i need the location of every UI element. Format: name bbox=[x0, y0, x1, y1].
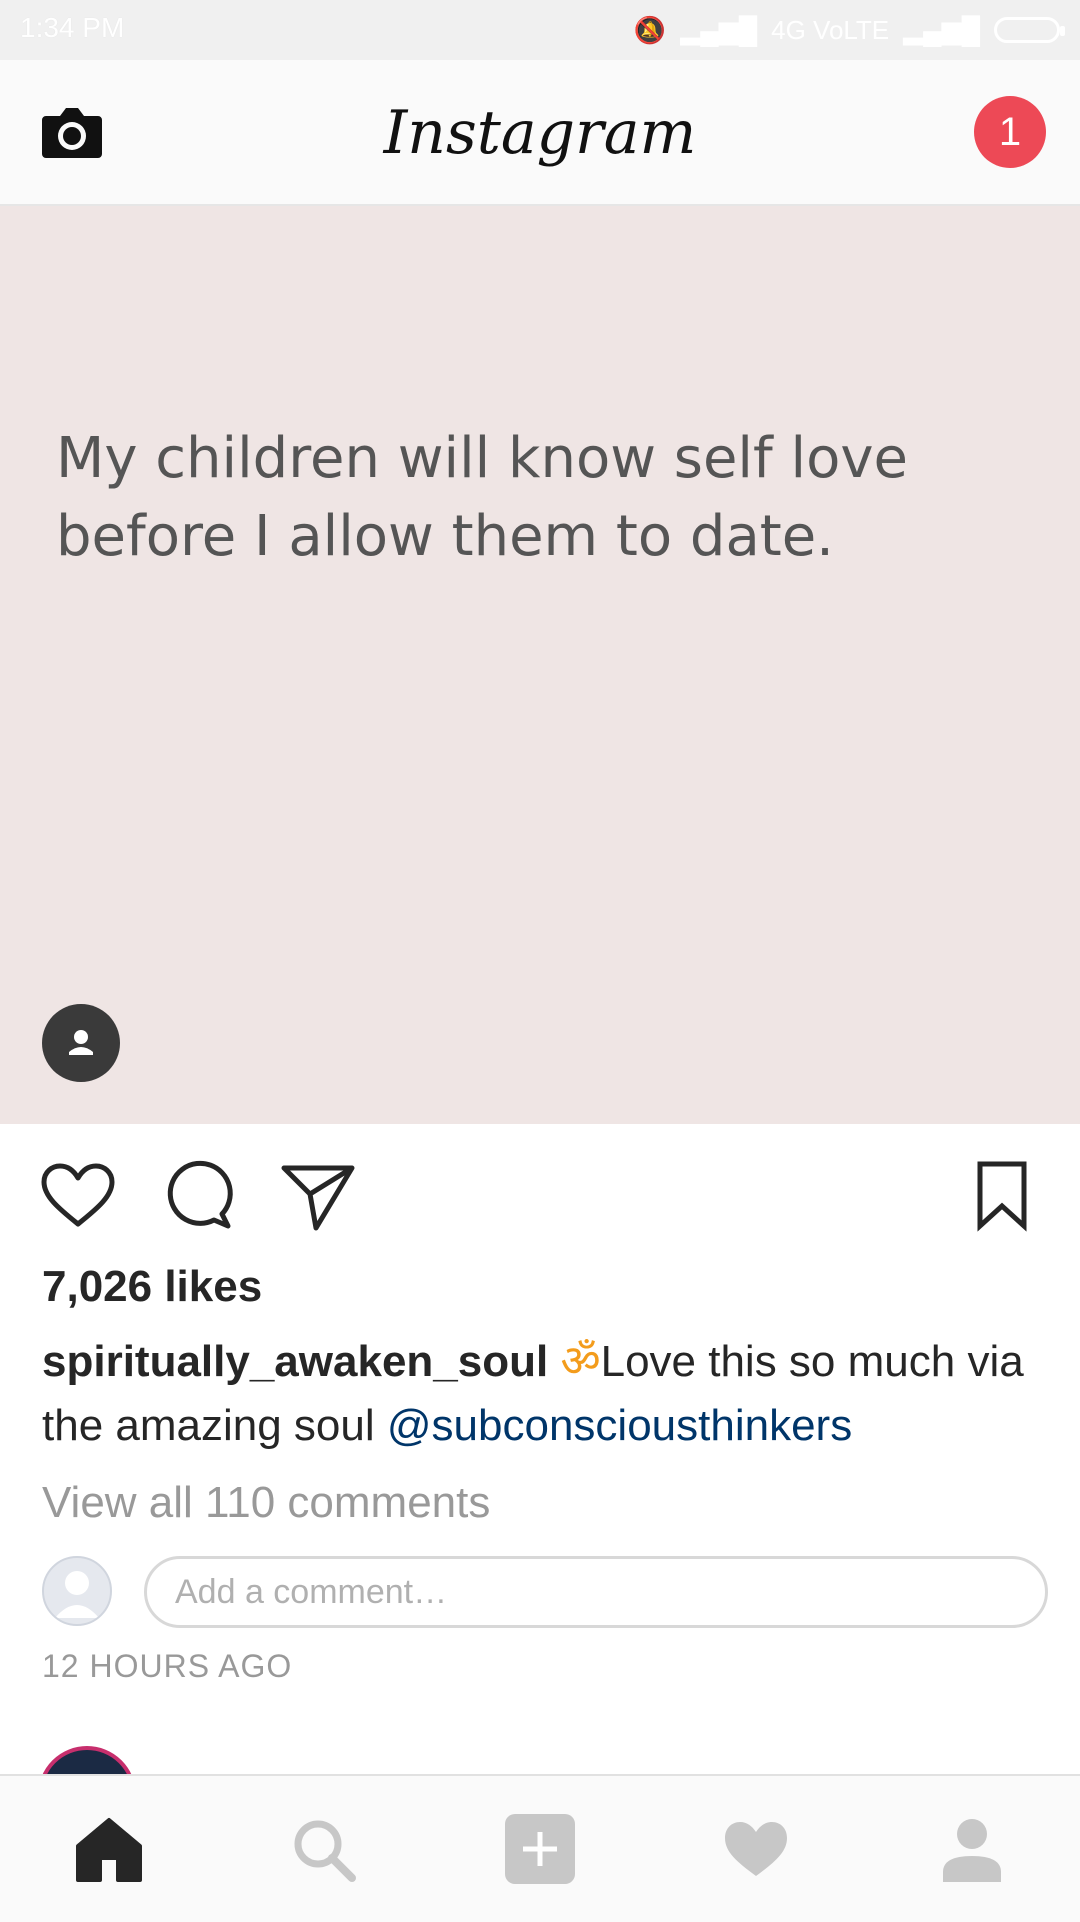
post-image[interactable]: My children will know self love before I… bbox=[0, 206, 1080, 1124]
paper-plane-icon[interactable] bbox=[278, 1156, 358, 1236]
status-time: 1:34 PM bbox=[20, 12, 125, 43]
view-all-comments[interactable]: View all 110 comments bbox=[42, 1478, 490, 1528]
home-icon[interactable] bbox=[72, 1812, 146, 1886]
user-tag-icon[interactable] bbox=[42, 1004, 120, 1082]
mute-icon: 🔕 bbox=[633, 14, 667, 45]
avatar[interactable] bbox=[42, 1556, 112, 1626]
signal-icon: ▂▄▆█ bbox=[680, 14, 758, 45]
likes-count[interactable]: 7,026 likes bbox=[42, 1262, 262, 1312]
instagram-logo: Instagram bbox=[383, 98, 697, 168]
notification-badge[interactable]: 1 bbox=[974, 96, 1046, 168]
top-header: Instagram 1 bbox=[0, 60, 1080, 206]
comment-icon[interactable] bbox=[158, 1156, 238, 1236]
om-symbol: ॐ bbox=[560, 1337, 601, 1386]
post-image-text: My children will know self love before I… bbox=[56, 426, 908, 569]
battery-icon bbox=[994, 17, 1065, 43]
heart-outline-icon[interactable] bbox=[38, 1156, 118, 1236]
comment-input[interactable] bbox=[144, 1556, 1048, 1628]
caption-mention[interactable]: @subconsciousthinkers bbox=[387, 1401, 852, 1450]
signal-icon-2: ▂▄▆█ bbox=[903, 14, 980, 45]
status-icons: 🔕 ▂▄▆█ 4G VoLTE ▂▄▆█ bbox=[633, 10, 1065, 50]
post-timestamp: 12 HOURS AGO bbox=[42, 1648, 293, 1684]
network-label: 4G VoLTE bbox=[771, 14, 890, 45]
status-bar: 1:34 PM 🔕 ▂▄▆█ 4G VoLTE ▂▄▆█ bbox=[0, 0, 1080, 60]
search-icon[interactable] bbox=[286, 1812, 360, 1886]
add-icon[interactable] bbox=[503, 1812, 577, 1886]
post-caption: spiritually_awaken_soul ॐLove this so mu… bbox=[42, 1330, 1042, 1458]
activity-heart-icon[interactable] bbox=[719, 1812, 793, 1886]
caption-username[interactable]: spiritually_awaken_soul bbox=[42, 1337, 548, 1386]
bookmark-icon[interactable] bbox=[962, 1156, 1042, 1236]
profile-icon[interactable] bbox=[935, 1812, 1009, 1886]
